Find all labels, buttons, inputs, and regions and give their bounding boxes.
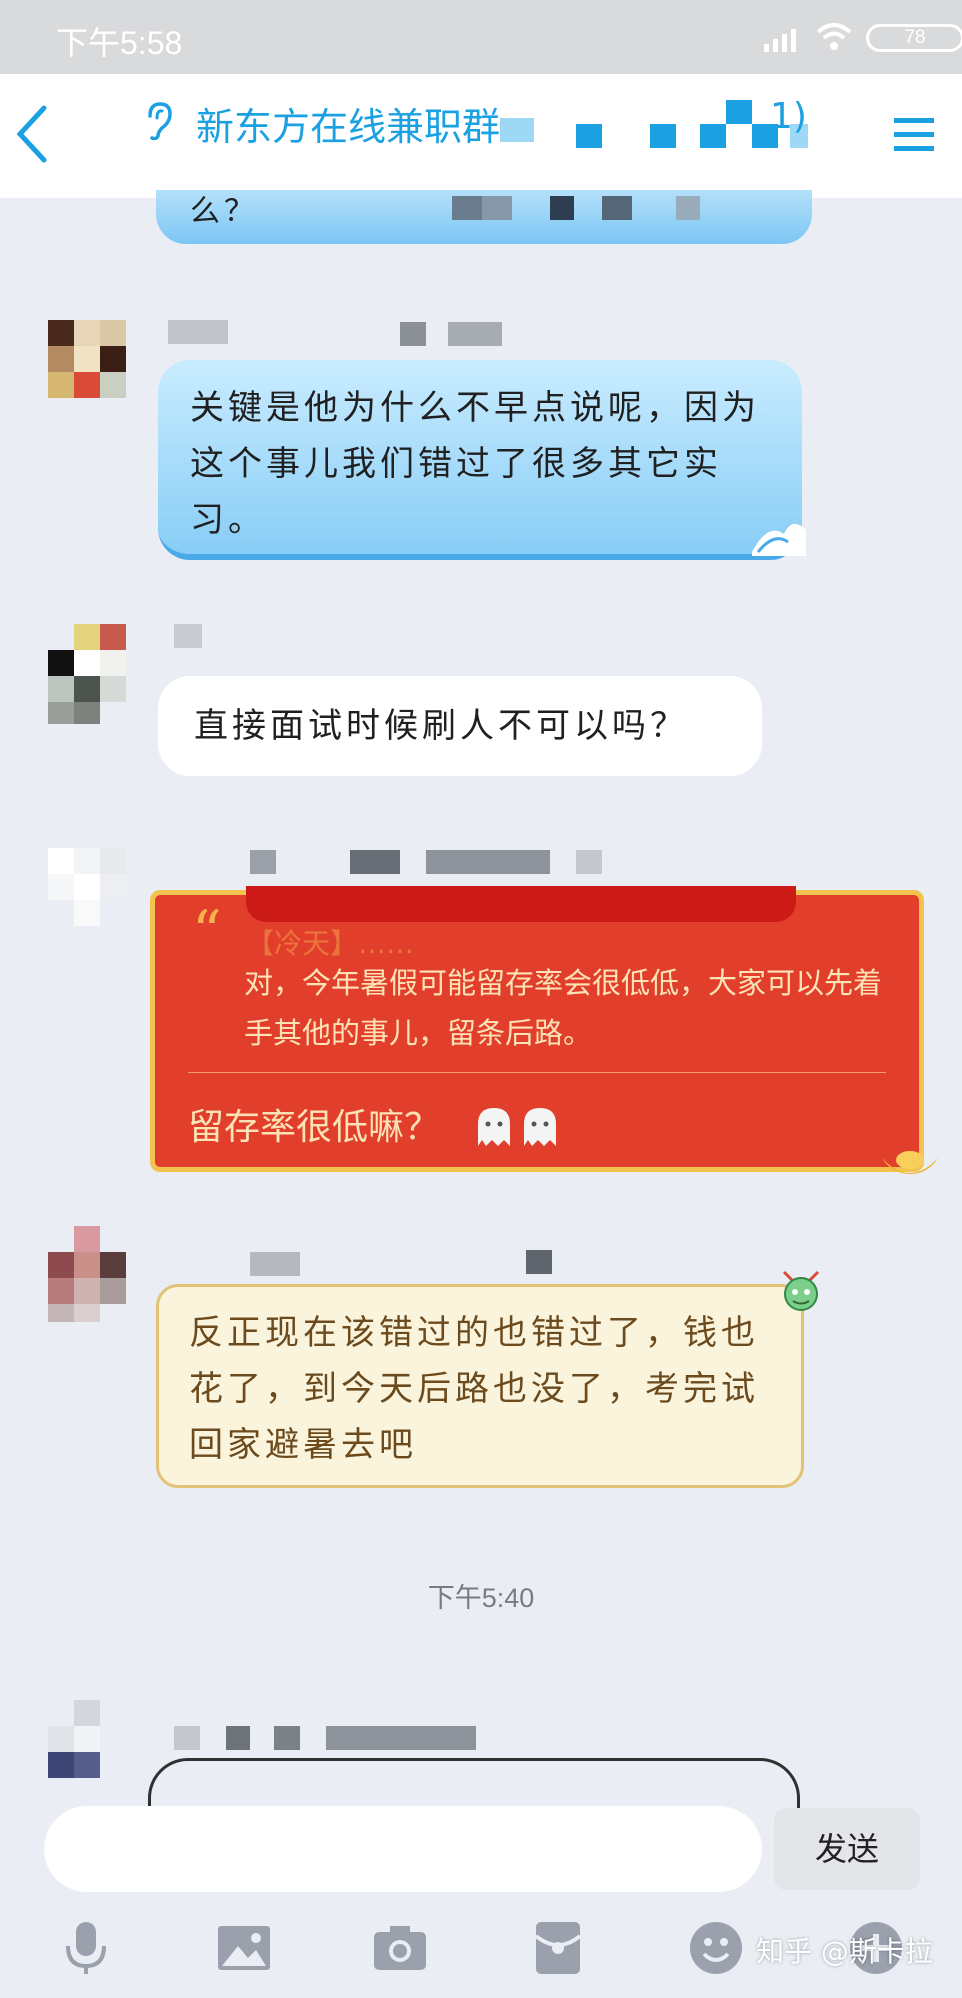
avatar[interactable]	[48, 848, 130, 948]
menu-icon[interactable]	[892, 116, 936, 154]
message-input[interactable]	[44, 1806, 762, 1892]
signal-icon	[764, 29, 796, 52]
time-divider: 下午5:40	[427, 1583, 535, 1613]
gold-ingot-icon	[882, 1151, 938, 1174]
ghost-emoji-icon	[478, 1108, 510, 1146]
message-bubble[interactable]: 关键是他为什么不早点说呢，因为这个事儿我们错过了很多其它实习。	[158, 360, 802, 560]
card-header-band	[246, 886, 796, 922]
avatar[interactable]	[48, 300, 130, 400]
send-button[interactable]: 发送	[774, 1808, 920, 1890]
battery-indicator: 78	[866, 24, 962, 52]
wave-icon	[752, 523, 806, 556]
sender-name	[274, 1726, 300, 1750]
message-text: 反正现在该错过的也错过了，钱也花了，到今天后路也没了，考完试回家避暑去吧	[189, 1313, 759, 1465]
ear-icon[interactable]	[142, 100, 174, 140]
sender-name	[174, 1726, 200, 1750]
title-member-count: 1)	[770, 96, 807, 137]
avatar[interactable]	[48, 1222, 130, 1322]
camera-icon[interactable]	[372, 1920, 428, 1976]
mascot-icon	[782, 1270, 820, 1311]
sender-name	[426, 850, 550, 874]
avatar[interactable]	[48, 624, 130, 724]
divider	[188, 1072, 886, 1073]
sender-name	[250, 1252, 300, 1276]
message-text: 么？	[190, 194, 258, 229]
message-text: 关键是他为什么不早点说呢，因为这个事儿我们错过了很多其它实习。	[190, 388, 760, 540]
title-mosaic	[500, 96, 810, 148]
sender-name	[168, 320, 228, 344]
sender-name	[326, 1726, 476, 1750]
back-icon[interactable]	[14, 104, 48, 164]
message-bubble[interactable]: 反正现在该错过的也错过了，钱也花了，到今天后路也没了，考完试回家避暑去吧	[156, 1284, 804, 1488]
sender-name	[400, 322, 426, 346]
ghost-emoji-icon	[524, 1108, 556, 1146]
quote-mark: “	[192, 898, 222, 966]
avatar[interactable]	[48, 1700, 130, 1800]
mic-icon[interactable]	[58, 1920, 114, 1976]
sender-name	[250, 850, 276, 874]
status-time: 下午5:58	[56, 25, 183, 61]
wifi-icon	[816, 23, 852, 50]
sender-name	[526, 1250, 552, 1274]
quoted-sender: 【冷天】……	[246, 927, 415, 960]
red-packet-icon[interactable]	[530, 1920, 586, 1976]
sender-name	[576, 850, 602, 874]
reply-text: 留存率很低嘛？	[188, 1107, 441, 1148]
sender-name	[350, 850, 400, 874]
watermark: 知乎 @斯卡拉	[756, 1935, 933, 1968]
sender-name	[174, 624, 202, 648]
image-icon[interactable]	[216, 1920, 272, 1976]
message-bubble-partial[interactable]: 么？	[156, 190, 812, 244]
emoji-icon[interactable]	[688, 1920, 744, 1976]
message-text: 直接面试时候刷人不可以吗？	[194, 706, 688, 746]
sender-name	[226, 1726, 250, 1750]
message-bubble[interactable]: 直接面试时候刷人不可以吗？	[158, 676, 762, 776]
quoted-text: 对，今年暑假可能留存率会很低低，大家可以先着手其他的事儿，留条后路。	[244, 966, 883, 1050]
page-title: 新东方在线兼职群	[196, 105, 501, 149]
sender-name	[448, 322, 502, 346]
